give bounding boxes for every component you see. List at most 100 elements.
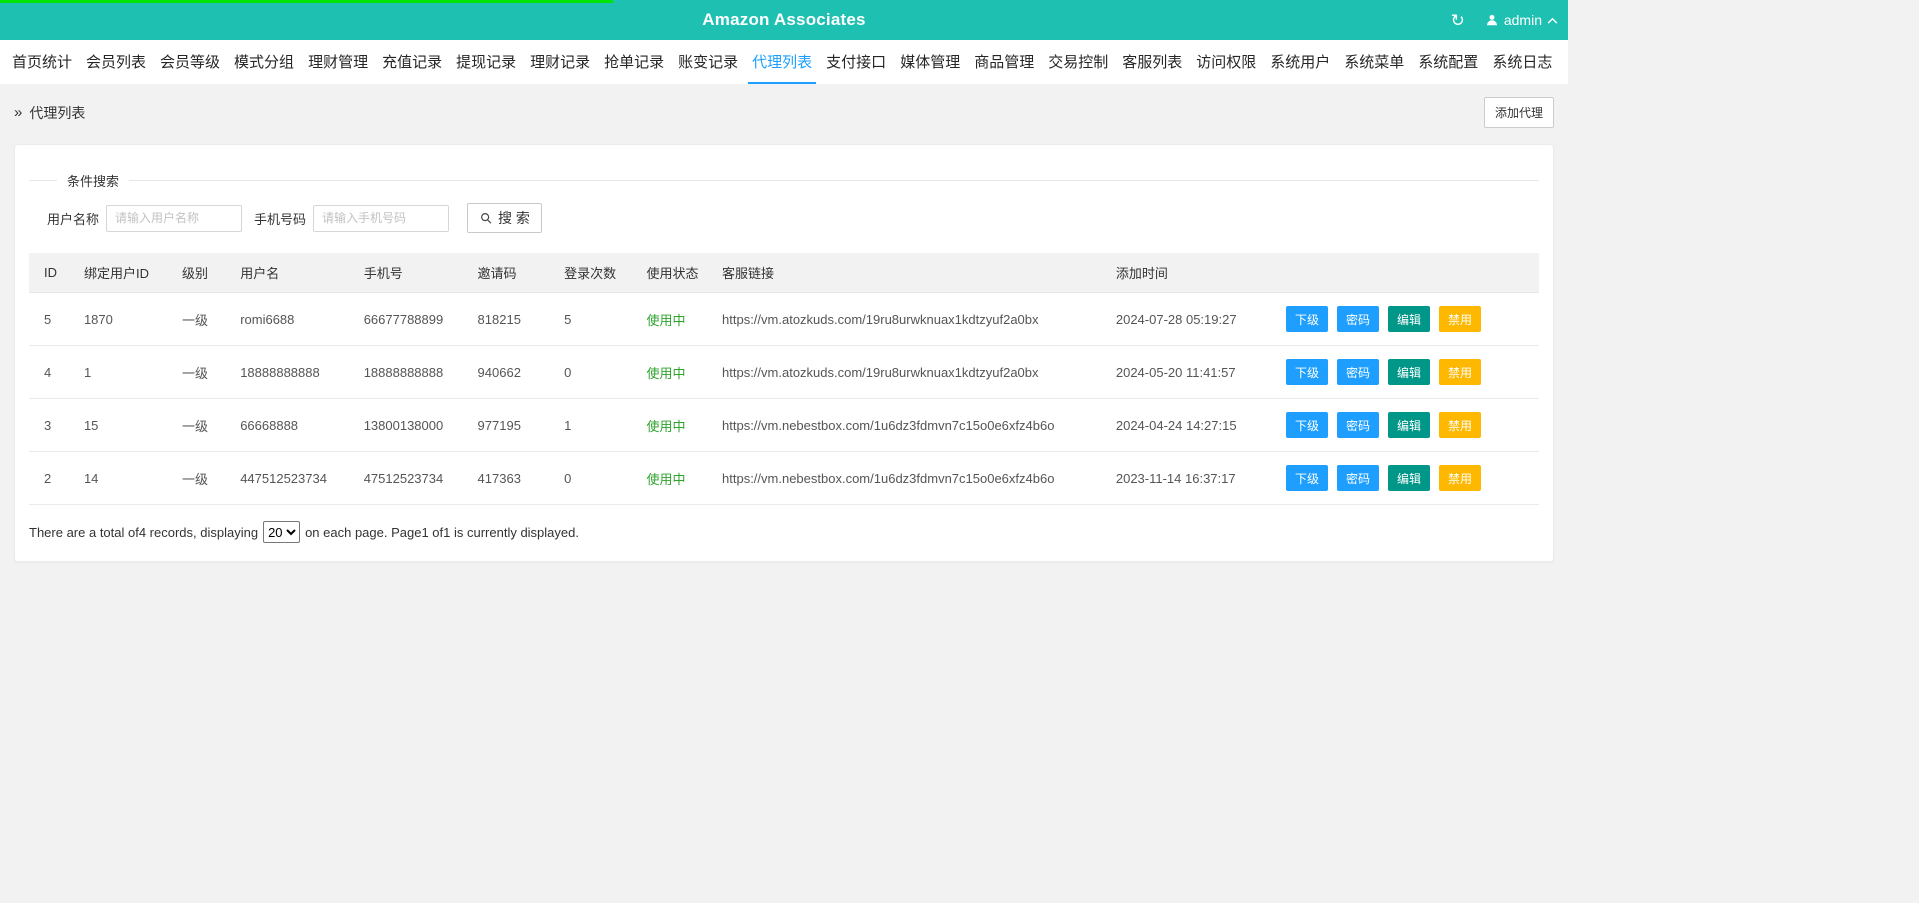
nav-item-recharge-records[interactable]: 充值记录 xyxy=(378,40,446,84)
cell-phone: 47512523734 xyxy=(353,451,468,505)
phone-label: 手机号码 xyxy=(254,211,307,227)
user-menu[interactable]: admin xyxy=(1485,12,1558,28)
cell-phone: 18888888888 xyxy=(353,345,468,399)
edit-button[interactable]: 编辑 xyxy=(1387,306,1430,332)
cell-add-time: 2024-07-28 05:19:27 xyxy=(1105,292,1267,346)
cell-actions: 下级 密码 编辑 禁用 xyxy=(1266,345,1539,399)
nav-item-trade-control[interactable]: 交易控制 xyxy=(1044,40,1112,84)
nav-item-product-manage[interactable]: 商品管理 xyxy=(970,40,1038,84)
nav-item-media-manage[interactable]: 媒体管理 xyxy=(896,40,964,84)
nav-item-access-permission[interactable]: 访问权限 xyxy=(1192,40,1260,84)
toolbar: » 代理列表 添加代理 xyxy=(0,84,1568,136)
cell-username: 447512523734 xyxy=(230,451,354,505)
cell-invite-code: 417363 xyxy=(467,451,555,505)
cell-phone: 66677788899 xyxy=(353,292,468,346)
cell-username: 66668888 xyxy=(230,398,354,452)
refresh-icon[interactable]: ↻ xyxy=(1451,12,1465,29)
nav-item-member-level[interactable]: 会员等级 xyxy=(156,40,224,84)
cell-service-link: https://vm.atozkuds.com/19ru8urwknuax1kd… xyxy=(712,345,1106,399)
disable-button[interactable]: 禁用 xyxy=(1438,359,1481,385)
search-form: 用户名称 手机号码 搜 索 xyxy=(29,203,1539,233)
nav-item-payment-api[interactable]: 支付接口 xyxy=(822,40,890,84)
cell-status: 使用中 xyxy=(636,398,713,452)
edit-button[interactable]: 编辑 xyxy=(1387,359,1430,385)
cell-id: 2 xyxy=(29,451,74,505)
cell-bind-user-id: 14 xyxy=(73,451,172,505)
cell-add-time: 2024-05-20 11:41:57 xyxy=(1105,345,1267,399)
table-row: 3 15 一级 66668888 13800138000 977195 1 使用中 https:… xyxy=(29,398,1539,452)
cell-status: 使用中 xyxy=(636,292,713,346)
password-button[interactable]: 密码 xyxy=(1336,306,1379,332)
pagination: There are a total of4 records, displayin… xyxy=(29,521,1539,543)
nav-item-order-grab-records[interactable]: 抢单记录 xyxy=(600,40,668,84)
status-badge: 使用中 xyxy=(646,418,686,434)
nav-item-finance-manage[interactable]: 理财管理 xyxy=(304,40,372,84)
edit-button[interactable]: 编辑 xyxy=(1387,465,1430,491)
cell-add-time: 2023-11-14 16:37:17 xyxy=(1105,451,1267,505)
cell-level: 一级 xyxy=(172,398,231,452)
breadcrumb-marker: » xyxy=(14,104,23,121)
column-header: 使用状态 xyxy=(636,253,713,293)
cell-phone: 13800138000 xyxy=(353,398,468,452)
nav-item-system-config[interactable]: 系统配置 xyxy=(1414,40,1482,84)
nav-item-home-stats[interactable]: 首页统计 xyxy=(8,40,76,84)
phone-input[interactable] xyxy=(313,204,450,232)
search-legend: 条件搜索 xyxy=(67,174,120,189)
column-header: 手机号 xyxy=(353,253,468,293)
column-header: 级别 xyxy=(172,253,231,293)
nav-item-system-logs[interactable]: 系统日志 xyxy=(1488,40,1556,84)
cell-add-time: 2024-04-24 14:27:15 xyxy=(1105,398,1267,452)
search-fieldset: 条件搜索 用户名称 手机号码 搜 索 xyxy=(29,171,1539,249)
disable-button[interactable]: 禁用 xyxy=(1438,412,1481,438)
subordinate-button[interactable]: 下级 xyxy=(1285,412,1328,438)
subordinate-button[interactable]: 下级 xyxy=(1285,465,1328,491)
pagination-text-after: on each page. Page1 of1 is currently dis… xyxy=(305,524,579,540)
edit-button[interactable]: 编辑 xyxy=(1387,412,1430,438)
cell-level: 一级 xyxy=(172,451,231,505)
cell-level: 一级 xyxy=(172,292,231,346)
search-button-label: 搜 索 xyxy=(498,210,530,226)
page-size-select[interactable]: 20 xyxy=(263,521,301,543)
cell-username: 18888888888 xyxy=(230,345,354,399)
cell-login-count: 0 xyxy=(554,451,637,505)
app-title: Amazon Associates xyxy=(702,10,866,29)
add-agent-button[interactable]: 添加代理 xyxy=(1483,97,1554,128)
cell-id: 5 xyxy=(29,292,74,346)
cell-status: 使用中 xyxy=(636,451,713,505)
cell-username: romi6688 xyxy=(230,292,354,346)
column-header: 添加时间 xyxy=(1105,253,1267,293)
cell-actions: 下级 密码 编辑 禁用 xyxy=(1266,398,1539,452)
nav-item-account-change-records[interactable]: 账变记录 xyxy=(674,40,742,84)
nav-item-service-list[interactable]: 客服列表 xyxy=(1118,40,1186,84)
top-header: Amazon Associates ↻ admin xyxy=(0,0,1568,40)
content-card: 条件搜索 用户名称 手机号码 搜 索 xyxy=(14,144,1554,562)
nav-item-system-users[interactable]: 系统用户 xyxy=(1266,40,1334,84)
nav-item-agent-list[interactable]: 代理列表 xyxy=(748,40,817,84)
chevron-up-icon xyxy=(1547,17,1558,24)
password-button[interactable]: 密码 xyxy=(1336,412,1379,438)
password-button[interactable]: 密码 xyxy=(1336,359,1379,385)
username-input[interactable] xyxy=(106,204,243,232)
nav-item-withdraw-records[interactable]: 提现记录 xyxy=(452,40,520,84)
subordinate-button[interactable]: 下级 xyxy=(1285,306,1328,332)
pagination-text-before: There are a total of4 records, displayin… xyxy=(29,524,259,540)
column-header: 绑定用户ID xyxy=(73,253,172,293)
column-header xyxy=(1266,253,1539,293)
search-button[interactable]: 搜 索 xyxy=(467,203,542,233)
nav-item-member-list[interactable]: 会员列表 xyxy=(82,40,150,84)
header-controls: ↻ admin xyxy=(1451,0,1558,40)
column-header: 邀请码 xyxy=(467,253,555,293)
cell-login-count: 5 xyxy=(554,292,637,346)
cell-invite-code: 977195 xyxy=(467,398,555,452)
disable-button[interactable]: 禁用 xyxy=(1438,306,1481,332)
nav-item-finance-records[interactable]: 理财记录 xyxy=(526,40,594,84)
cell-login-count: 1 xyxy=(554,398,637,452)
cell-invite-code: 818215 xyxy=(467,292,555,346)
disable-button[interactable]: 禁用 xyxy=(1438,465,1481,491)
password-button[interactable]: 密码 xyxy=(1336,465,1379,491)
nav-item-system-menu[interactable]: 系统菜单 xyxy=(1340,40,1408,84)
breadcrumb-current: 代理列表 xyxy=(29,104,86,121)
cell-level: 一级 xyxy=(172,345,231,399)
nav-item-mode-group[interactable]: 模式分组 xyxy=(230,40,298,84)
subordinate-button[interactable]: 下级 xyxy=(1285,359,1328,385)
